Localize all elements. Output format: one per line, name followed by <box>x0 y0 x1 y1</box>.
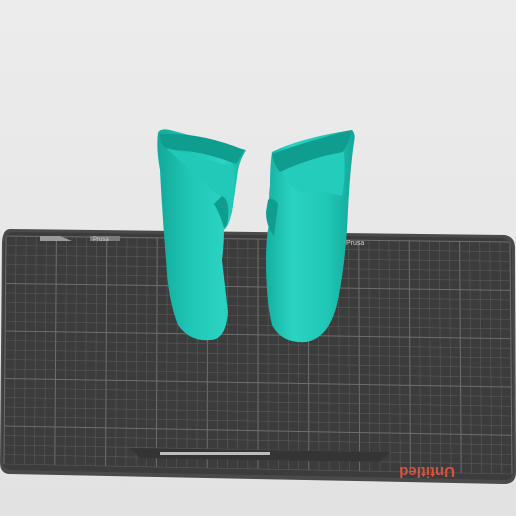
3d-viewport[interactable]: Prusa Prusa Untitled <box>0 0 516 516</box>
print-bed: Prusa Prusa Untitled <box>0 229 516 484</box>
bed-front-slot <box>160 452 270 455</box>
scene-canvas[interactable]: Prusa Prusa Untitled <box>0 0 516 516</box>
bed-brand-label: Untitled <box>399 463 455 480</box>
bed-logo-text-left: Prusa <box>93 237 109 243</box>
bed-logo-text-right: Prusa <box>346 240 364 247</box>
